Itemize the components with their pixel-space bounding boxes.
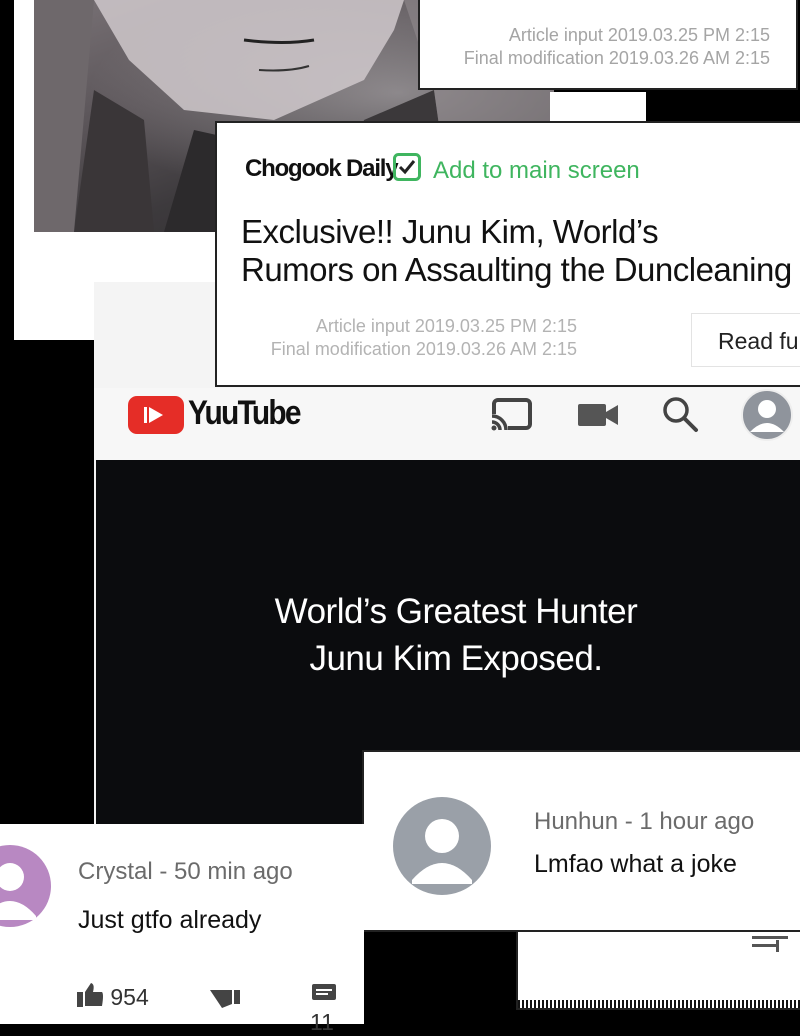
read-full-button[interactable]: Read full	[691, 313, 800, 367]
add-to-main-screen-link[interactable]: Add to main screen	[433, 157, 640, 185]
video-title-line-1: World’s Greatest Hunter	[274, 592, 638, 631]
article-dates: Article input 2019.03.25 PM 2:15 Final m…	[253, 315, 577, 361]
video-title-line-2: Junu Kim Exposed.	[309, 639, 603, 678]
comment-card: Crystal - 50 min ago Just gtfo already 9…	[0, 824, 364, 1035]
reply-count: 11	[310, 1009, 334, 1035]
video-camera-icon[interactable]	[576, 394, 622, 434]
thumbs-up-icon	[77, 983, 103, 1007]
article-input-date: Article input 2019.03.25 PM 2:15	[508, 25, 770, 45]
avatar-icon	[0, 845, 51, 927]
like-button[interactable]: 954	[76, 982, 149, 1011]
headline-line-1: Exclusive!! Junu Kim, World’s	[241, 213, 659, 250]
headline-line-2: Rumors on Assaulting the Duncleaning	[241, 251, 792, 288]
article-input-date: Article input 2019.03.25 PM 2:15	[315, 316, 577, 336]
comment-card: Hunhun - 1 hour ago Lmfao what a joke	[362, 750, 800, 932]
checkbox-icon[interactable]	[393, 153, 421, 181]
article-card-top: Article input 2019.03.25 PM 2:15 Final m…	[418, 0, 798, 90]
partial-card	[516, 930, 800, 1010]
video-title: World’s Greatest Hunter Junu Kim Exposed…	[96, 588, 800, 682]
thumbs-down-icon[interactable]	[208, 986, 242, 1010]
panel-divider	[550, 92, 646, 122]
article-headline: Exclusive!! Junu Kim, World’s Rumors on …	[241, 213, 792, 289]
play-logo-icon[interactable]	[128, 396, 184, 434]
cast-icon[interactable]	[488, 394, 538, 434]
article-modified-date: Final modification 2019.03.26 AM 2:15	[463, 48, 770, 68]
comment-author: Hunhun - 1 hour ago	[534, 808, 755, 835]
news-brand: Chogook Daily	[245, 155, 399, 182]
comment-text: Just gtfo already	[78, 906, 262, 934]
reply-button[interactable]: 11	[310, 982, 364, 1036]
avatar-icon	[393, 797, 491, 895]
sort-icon[interactable]	[750, 934, 790, 956]
account-icon[interactable]	[740, 388, 794, 442]
comment-icon	[312, 984, 336, 1000]
site-wordmark[interactable]: YuuTube	[188, 394, 302, 433]
like-count: 954	[110, 984, 149, 1010]
search-icon[interactable]	[660, 394, 700, 434]
comment-author: Crystal - 50 min ago	[78, 858, 293, 885]
video-site-header: YuuTube	[94, 388, 800, 460]
article-modified-date: Final modification 2019.03.26 AM 2:15	[270, 339, 577, 359]
news-article-card[interactable]: Chogook Daily Add to main screen Exclusi…	[215, 121, 800, 387]
comment-text: Lmfao what a joke	[534, 850, 737, 878]
